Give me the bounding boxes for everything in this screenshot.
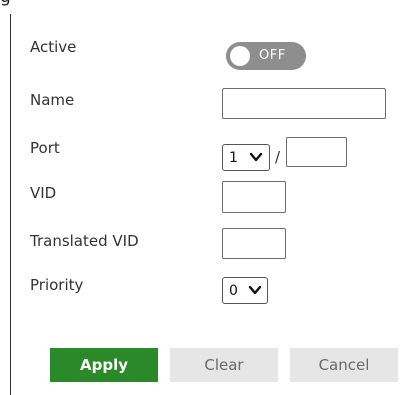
priority-value: 0 — [229, 283, 238, 299]
header-fragment: g — [0, 0, 24, 6]
translated-vid-label: Translated VID — [30, 232, 139, 250]
port-separator: / — [275, 148, 281, 166]
name-label: Name — [30, 91, 75, 109]
port-number-input[interactable] — [286, 137, 347, 167]
clear-button[interactable]: Clear — [170, 348, 278, 382]
toggle-state-text: OFF — [259, 48, 286, 63]
name-input[interactable] — [222, 88, 386, 119]
vid-label: VID — [30, 184, 57, 202]
chevron-down-icon — [249, 152, 263, 162]
chevron-down-icon — [248, 285, 262, 295]
priority-select[interactable]: 0 — [222, 277, 268, 304]
port-label: Port — [30, 139, 60, 157]
apply-button[interactable]: Apply — [50, 348, 158, 382]
priority-label: Priority — [30, 276, 84, 294]
vid-input[interactable] — [222, 181, 286, 213]
port-slot-select[interactable]: 1 — [222, 144, 270, 171]
cancel-button[interactable]: Cancel — [290, 348, 398, 382]
toggle-knob — [230, 46, 250, 66]
panel-left-border — [10, 14, 11, 395]
translated-vid-input[interactable] — [222, 228, 286, 259]
active-toggle[interactable]: OFF — [226, 42, 306, 70]
port-slot-value: 1 — [229, 150, 238, 166]
active-label: Active — [30, 38, 77, 56]
